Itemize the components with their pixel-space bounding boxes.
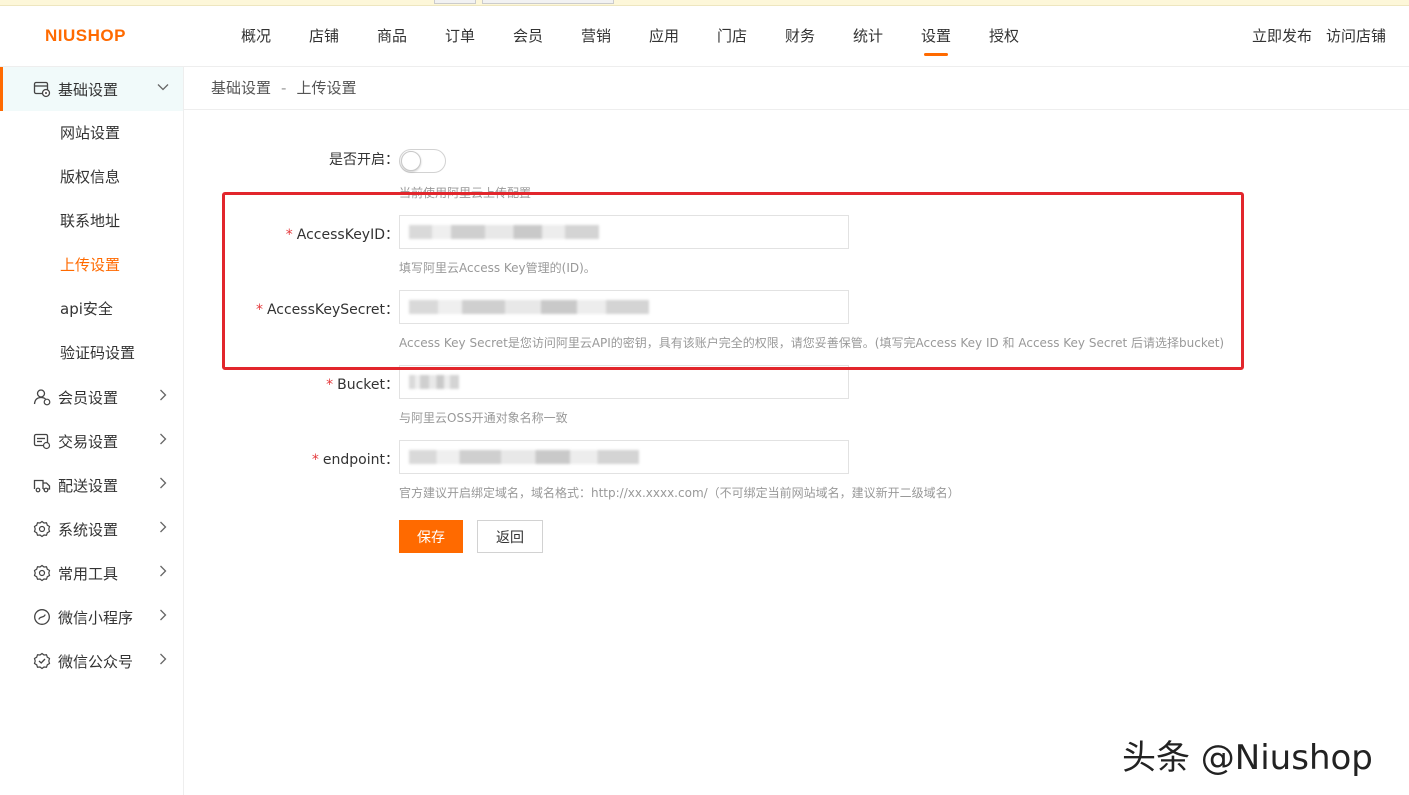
top-header: NIUSHOP 概况 店铺 商品 订单 会员 营销 应用 门店 财务 统计 设置…: [0, 6, 1409, 67]
sidebar-item-website-settings[interactable]: 网站设置: [0, 111, 183, 155]
sidebar-item-captcha-settings[interactable]: 验证码设置: [0, 331, 183, 375]
nav-item-overview[interactable]: 概况: [222, 6, 290, 67]
nav-item-authorize[interactable]: 授权: [970, 6, 1038, 67]
sidebar-group-label: 基础设置: [58, 80, 119, 99]
toggle-knob: [401, 151, 421, 171]
sidebar-group-wechat-official[interactable]: 微信公众号: [0, 639, 183, 683]
access-key-secret-hint: Access Key Secret是您访问阿里云API的密钥，具有该账户完全的权…: [399, 336, 1225, 350]
sidebar-group-wechat-miniprogram[interactable]: 微信小程序: [0, 595, 183, 639]
access-key-id-input[interactable]: [399, 215, 849, 249]
chevron-right-icon: [160, 389, 167, 401]
chevron-right-icon: [160, 653, 167, 665]
browser-toolbar-box[interactable]: [434, 0, 476, 4]
breadcrumb: 基础设置 - 上传设置: [184, 67, 1409, 110]
logo[interactable]: NIUSHOP: [45, 26, 126, 46]
sidebar-group-label: 系统设置: [58, 520, 119, 539]
sidebar-group-common-tools[interactable]: 常用工具: [0, 551, 183, 595]
chevron-right-icon: [160, 609, 167, 621]
sidebar-item-api-security[interactable]: api安全: [0, 287, 183, 331]
nav-item-finance[interactable]: 财务: [766, 6, 834, 67]
redacted-value: [409, 224, 599, 239]
nav-item-settings[interactable]: 设置: [902, 6, 970, 67]
chevron-right-icon: [160, 565, 167, 577]
delivery-icon: [33, 476, 51, 494]
visit-store-link[interactable]: 访问店铺: [1326, 6, 1386, 66]
nav-item-members[interactable]: 会员: [494, 6, 562, 67]
nav-item-stores[interactable]: 门店: [698, 6, 766, 67]
main-nav: 概况 店铺 商品 订单 会员 营销 应用 门店 财务 统计 设置 授权: [222, 6, 1038, 67]
bucket-input[interactable]: [399, 365, 849, 399]
basic-settings-icon: [33, 80, 51, 98]
nav-item-apps[interactable]: 应用: [630, 6, 698, 67]
breadcrumb-separator: -: [281, 79, 287, 97]
endpoint-hint: 官方建议开启绑定域名，域名格式：http://xx.xxxx.com/（不可绑定…: [399, 486, 960, 500]
redacted-value: [409, 449, 639, 464]
chevron-right-icon: [160, 433, 167, 445]
sidebar-item-copyright[interactable]: 版权信息: [0, 155, 183, 199]
wechat-official-icon: [33, 652, 51, 670]
miniprogram-icon: [33, 608, 51, 626]
sidebar-item-contact-address[interactable]: 联系地址: [0, 199, 183, 243]
enable-toggle[interactable]: [399, 149, 446, 173]
access-key-secret-input[interactable]: [399, 290, 849, 324]
breadcrumb-current: 上传设置: [296, 79, 357, 97]
trade-icon: [33, 432, 51, 450]
upload-settings-form: 是否开启： 当前使用阿里云上传配置 * AccessKeyID： 填写阿里云Acc…: [184, 110, 1409, 795]
access-key-id-hint: 填写阿里云Access Key管理的(ID)。: [399, 261, 596, 275]
header-right-links: 立即发布 访问店铺: [1252, 6, 1386, 66]
publish-now-link[interactable]: 立即发布: [1252, 6, 1312, 66]
nav-item-marketing[interactable]: 营销: [562, 6, 630, 67]
gear-icon: [33, 520, 51, 538]
enable-label: 是否开启：: [329, 152, 399, 168]
endpoint-label: * endpoint：: [311, 452, 399, 468]
nav-item-goods[interactable]: 商品: [358, 6, 426, 67]
sidebar-group-basic-settings[interactable]: 基础设置: [0, 67, 183, 111]
nav-item-orders[interactable]: 订单: [426, 6, 494, 67]
sidebar-group-label: 常用工具: [58, 564, 119, 583]
sidebar-item-upload-settings[interactable]: 上传设置: [0, 243, 183, 287]
access-key-secret-label: * AccessKeySecret：: [255, 302, 399, 318]
sidebar-group-label: 微信小程序: [58, 608, 134, 627]
redacted-value: [409, 374, 459, 389]
sidebar-group-label: 会员设置: [58, 388, 119, 407]
breadcrumb-parent[interactable]: 基础设置: [211, 79, 271, 97]
sidebar-group-label: 交易设置: [58, 432, 119, 451]
member-icon: [33, 388, 51, 406]
sidebar-group-trade-settings[interactable]: 交易设置: [0, 419, 183, 463]
watermark: 头条 @Niushop: [1122, 738, 1373, 778]
sidebar-group-member-settings[interactable]: 会员设置: [0, 375, 183, 419]
chevron-right-icon: [160, 477, 167, 489]
access-key-id-label: * AccessKeyID：: [285, 227, 399, 243]
sidebar: 基础设置 网站设置 版权信息 联系地址 上传设置 api安全 验证码设置 会员设…: [0, 67, 184, 795]
redacted-value: [409, 299, 649, 314]
sidebar-group-delivery-settings[interactable]: 配送设置: [0, 463, 183, 507]
sidebar-group-label: 配送设置: [58, 476, 119, 495]
chevron-right-icon: [160, 521, 167, 533]
enable-hint: 当前使用阿里云上传配置: [399, 186, 532, 200]
chevron-down-icon: [157, 84, 169, 91]
save-button[interactable]: 保存: [399, 520, 463, 553]
bucket-hint: 与阿里云OSS开通对象名称一致: [399, 411, 568, 425]
endpoint-input[interactable]: [399, 440, 849, 474]
back-button[interactable]: 返回: [477, 520, 543, 553]
sidebar-group-system-settings[interactable]: 系统设置: [0, 507, 183, 551]
browser-toolbar-box[interactable]: [482, 0, 614, 4]
nav-item-statistics[interactable]: 统计: [834, 6, 902, 67]
tools-icon: [33, 564, 51, 582]
bucket-label: * Bucket：: [326, 377, 399, 393]
nav-item-store[interactable]: 店铺: [290, 6, 358, 67]
sidebar-group-label: 微信公众号: [58, 652, 134, 671]
